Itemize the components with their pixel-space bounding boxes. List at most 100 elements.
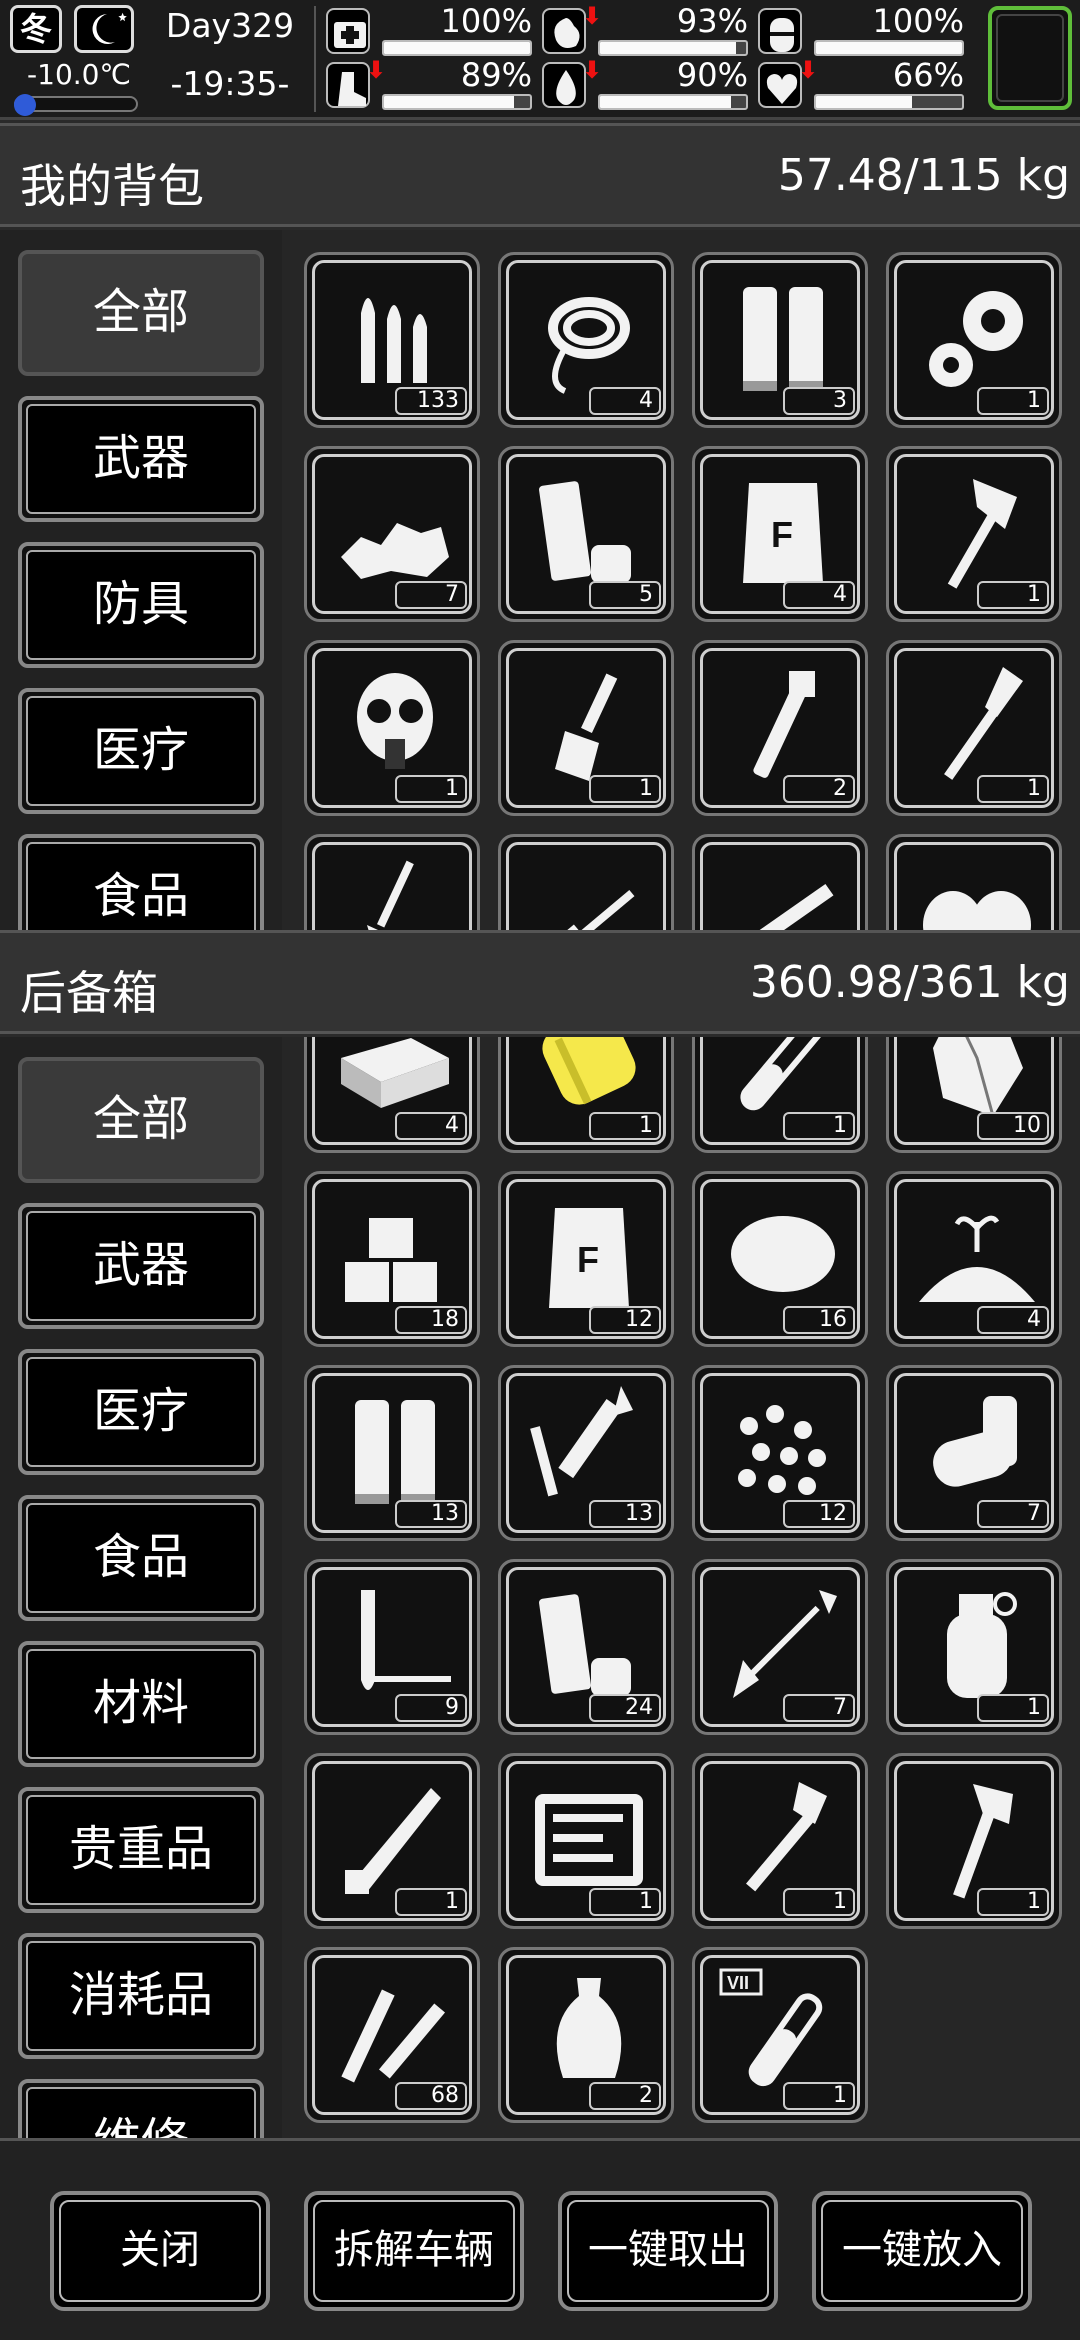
- item-slot[interactable]: [692, 834, 868, 930]
- pipe-wrench-icon: [753, 671, 815, 778]
- item-slot[interactable]: 18: [304, 1171, 480, 1347]
- item-slot[interactable]: 10: [886, 1037, 1062, 1153]
- hatchet-icon: [953, 1784, 1013, 1899]
- storage-item-grid[interactable]: 4 1 1 10 18 F 12 16 4 13 13 12 7 9 24 7 1 1 1 1 1 68 2 VII 1: [282, 1037, 1080, 2138]
- category-tab-2[interactable]: 医疗: [18, 1349, 264, 1475]
- category-tab-3[interactable]: 食品: [18, 1495, 264, 1621]
- vial-icon: VII: [719, 1968, 823, 2087]
- item-slot[interactable]: 1: [886, 252, 1062, 428]
- backpack-item-grid[interactable]: 133 4 3 1 7 5 F 4 1 1 1 2 1: [282, 230, 1080, 930]
- item-slot[interactable]: 7: [304, 446, 480, 622]
- category-tab-3[interactable]: 医疗: [18, 688, 264, 814]
- item-slot[interactable]: 4: [886, 1171, 1062, 1347]
- item-slot[interactable]: 7: [886, 1365, 1062, 1541]
- item-slot[interactable]: [886, 834, 1062, 930]
- category-tab-0[interactable]: 全部: [18, 250, 264, 376]
- close-button[interactable]: 关闭: [50, 2191, 270, 2311]
- storage-weight: 360.98/361 kg: [749, 957, 1070, 1008]
- category-tab-0[interactable]: 全部: [18, 1057, 264, 1183]
- category-tab-7[interactable]: 维修: [18, 2079, 264, 2138]
- bladder-icon: [758, 8, 802, 54]
- storage-category-list[interactable]: 全部武器医疗食品材料贵重品消耗品维修: [0, 1037, 282, 2138]
- item-slot[interactable]: 7: [692, 1559, 868, 1735]
- item-slot[interactable]: 5: [498, 446, 674, 622]
- item-count: 7: [977, 1500, 1049, 1528]
- item-tag: VII: [727, 1973, 749, 1993]
- item-count: 1: [589, 1888, 661, 1916]
- storage-title: 后备箱: [20, 966, 158, 1020]
- item-slot[interactable]: 133: [304, 252, 480, 428]
- item-count: 1: [977, 581, 1049, 609]
- shells-icon: [355, 1400, 435, 1504]
- cotton-icon: [731, 1216, 835, 1292]
- stat-medkit: 100%: [326, 4, 536, 58]
- item-slot[interactable]: 2: [498, 1947, 674, 2123]
- category-tab-4[interactable]: 材料: [18, 1641, 264, 1767]
- machete-icon: [345, 1788, 441, 1894]
- rubble-icon: [341, 523, 449, 579]
- category-tab-2[interactable]: 防具: [18, 542, 264, 668]
- item-count: 7: [783, 1694, 855, 1722]
- item-slot[interactable]: 9: [304, 1559, 480, 1735]
- item-slot[interactable]: 13: [304, 1365, 480, 1541]
- heart-icon: [758, 62, 802, 108]
- item-slot[interactable]: 1: [886, 640, 1062, 816]
- temperature-label: -10.0℃: [27, 58, 131, 91]
- item-slot[interactable]: 1: [304, 1753, 480, 1929]
- item-slot[interactable]: F 12: [498, 1171, 674, 1347]
- divider: [314, 6, 316, 112]
- flour-sack-icon: F: [743, 483, 823, 583]
- item-slot[interactable]: [498, 834, 674, 930]
- item-slot[interactable]: 1: [886, 446, 1062, 622]
- equipped-slot[interactable]: [988, 6, 1072, 110]
- item-slot[interactable]: 4: [498, 252, 674, 428]
- category-tab-1[interactable]: 武器: [18, 1203, 264, 1329]
- store-all-button[interactable]: 一键放入: [812, 2191, 1032, 2311]
- stat-bar: [382, 40, 532, 56]
- item-slot[interactable]: 1: [304, 640, 480, 816]
- item-slot[interactable]: 2: [692, 640, 868, 816]
- category-tab-1[interactable]: 武器: [18, 396, 264, 522]
- take-all-button[interactable]: 一键取出: [558, 2191, 778, 2311]
- item-count: 18: [395, 1306, 467, 1334]
- item-slot[interactable]: 1: [498, 1037, 674, 1153]
- category-tab-5[interactable]: 贵重品: [18, 1787, 264, 1913]
- stat-bar: [382, 94, 532, 110]
- item-slot[interactable]: 3: [692, 252, 868, 428]
- stat-value: 100%: [872, 2, 964, 40]
- clock: -19:35-: [170, 64, 290, 103]
- item-slot[interactable]: 1: [886, 1559, 1062, 1735]
- item-slot[interactable]: 12: [692, 1365, 868, 1541]
- item-slot[interactable]: 1: [692, 1753, 868, 1929]
- item-count: 1: [783, 1888, 855, 1916]
- item-slot[interactable]: F4: [692, 446, 868, 622]
- item-slot[interactable]: [304, 834, 480, 930]
- stomach-icon: [542, 8, 586, 54]
- category-tab-4[interactable]: 食品: [18, 834, 264, 930]
- item-count: 1: [977, 775, 1049, 803]
- item-slot[interactable]: 4: [304, 1037, 480, 1153]
- item-count: 4: [783, 581, 855, 609]
- axe-icon: [947, 479, 1017, 589]
- item-count: 4: [977, 1306, 1049, 1334]
- item-slot[interactable]: 16: [692, 1171, 868, 1347]
- stat-bar: [598, 40, 748, 56]
- item-count: 9: [395, 1694, 467, 1722]
- stat-value: 100%: [440, 2, 532, 40]
- rifle-icon: [543, 889, 635, 930]
- item-slot[interactable]: 1: [692, 1037, 868, 1153]
- item-slot[interactable]: 1: [498, 1753, 674, 1929]
- item-slot[interactable]: 1: [886, 1753, 1062, 1929]
- item-count: 1: [395, 775, 467, 803]
- item-count: 10: [977, 1112, 1049, 1140]
- item-slot[interactable]: 68: [304, 1947, 480, 2123]
- backpack-category-list[interactable]: 全部武器防具医疗食品: [0, 230, 282, 930]
- category-tab-6[interactable]: 消耗品: [18, 1933, 264, 2059]
- item-count: 24: [589, 1694, 661, 1722]
- item-slot[interactable]: 24: [498, 1559, 674, 1735]
- item-slot[interactable]: VII 1: [692, 1947, 868, 2123]
- stat-bar: [598, 94, 748, 110]
- item-slot[interactable]: 1: [498, 640, 674, 816]
- item-slot[interactable]: 13: [498, 1365, 674, 1541]
- dismantle-vehicle-button[interactable]: 拆解车辆: [304, 2191, 524, 2311]
